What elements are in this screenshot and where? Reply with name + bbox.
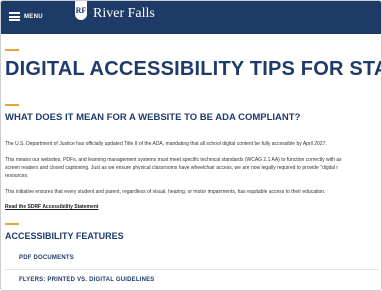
site-name[interactable]: River Falls	[93, 6, 155, 22]
paragraph-standards-line2: screen readers and closed captioning. Ju…	[5, 165, 339, 171]
title-accent-bar	[5, 49, 19, 51]
logo-mark: RF	[75, 5, 87, 15]
paragraph-standards-line1: This means our websites, PDFs, and learn…	[5, 157, 342, 163]
hamburger-icon[interactable]	[9, 12, 20, 21]
site-header: MENU RF River Falls	[1, 1, 381, 34]
paragraph-initiative: This initiative ensures that every stude…	[5, 189, 326, 195]
features-heading: ACCESSIBILITY FEATURES	[5, 231, 124, 241]
feature-item-pdf-documents[interactable]: PDF DOCUMENTS	[19, 255, 74, 261]
subtitle-accent-bar	[5, 104, 19, 106]
page-title: DIGITAL ACCESSIBILITY TIPS FOR STA	[5, 58, 382, 80]
paragraph-ada-update: The U.S. Department of Justice has offic…	[5, 141, 327, 147]
page: MENU RF River Falls DIGITAL ACCESSIBILIT…	[0, 0, 382, 291]
district-logo[interactable]: RF	[74, 1, 88, 21]
feature-item-flyers[interactable]: FLYERS: PRINTED VS. DIGITAL GUIDELINES	[19, 277, 155, 283]
accessibility-statement-link[interactable]: Read the SDRF Accessibility Statement	[5, 204, 98, 210]
menu-label[interactable]: MENU	[24, 14, 43, 20]
features-accent-bar	[5, 223, 19, 225]
section-subtitle: WHAT DOES IT MEAN FOR A WEBSITE TO BE AD…	[5, 112, 301, 123]
menu-button[interactable]: MENU	[9, 12, 43, 21]
paragraph-standards-line3: resources.	[5, 173, 29, 179]
feature-divider	[5, 269, 379, 270]
